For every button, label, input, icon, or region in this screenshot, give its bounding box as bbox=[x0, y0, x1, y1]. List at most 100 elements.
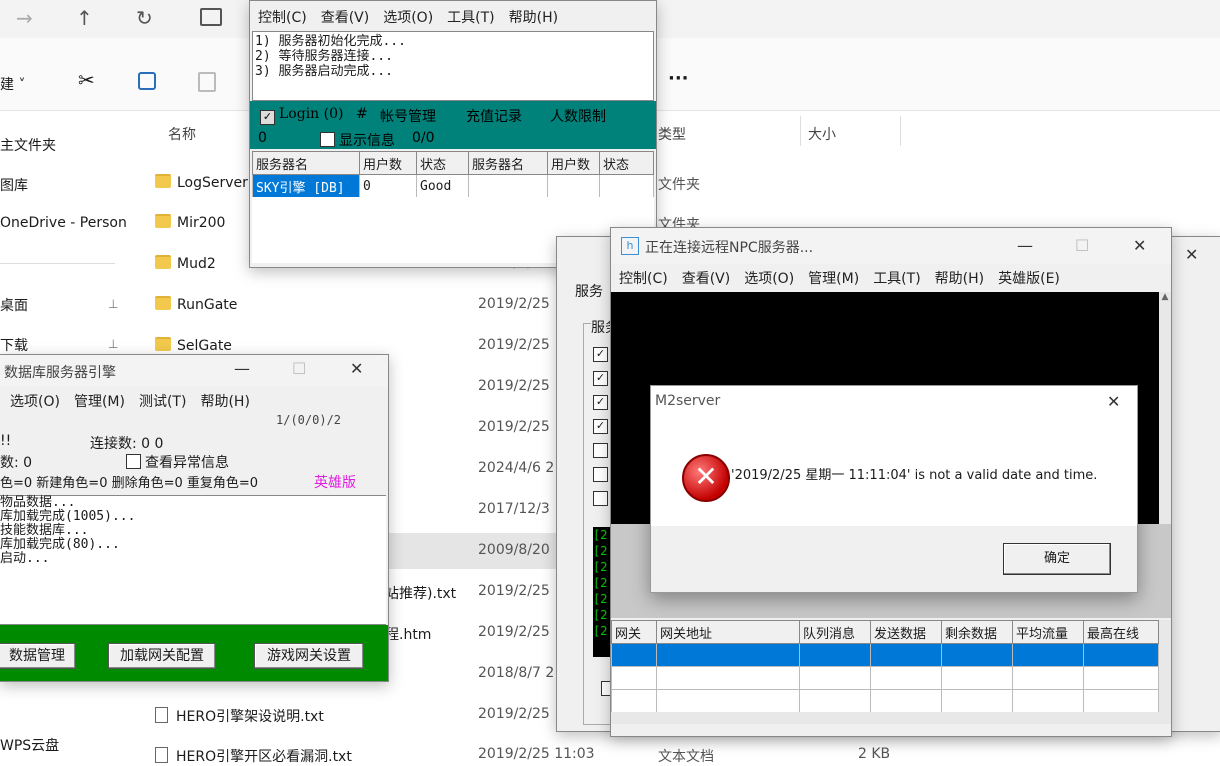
col-header[interactable]: 发送数据 bbox=[870, 620, 942, 644]
col-header[interactable]: 状态 bbox=[416, 151, 469, 175]
list-item[interactable]: Mir200 bbox=[155, 214, 225, 231]
folder-icon bbox=[155, 296, 171, 310]
recharge-record-button[interactable]: 充值记录 bbox=[466, 106, 522, 126]
column-type[interactable]: 类型 bbox=[658, 124, 686, 144]
menu-manage[interactable]: 管理(M) bbox=[74, 394, 125, 410]
file-date: 2009/8/20 bbox=[478, 542, 550, 558]
checkbox-checked[interactable]: ✓ bbox=[593, 347, 608, 362]
check-abnormal-toggle[interactable]: 查看异常信息 bbox=[126, 452, 229, 472]
maximize-icon[interactable]: ☐ bbox=[1075, 236, 1089, 255]
monitor-icon[interactable] bbox=[200, 8, 222, 26]
col-header[interactable]: 用户数 bbox=[359, 151, 417, 175]
game-gate-settings-button[interactable]: 游戏网关设置 bbox=[254, 643, 364, 669]
table-row[interactable] bbox=[611, 666, 1159, 690]
menu-help[interactable]: 帮助(H) bbox=[509, 10, 558, 26]
close-icon[interactable]: ✕ bbox=[1185, 245, 1198, 264]
checkbox-checked[interactable]: ✓ bbox=[593, 371, 608, 386]
col-header[interactable]: 最高在线 bbox=[1083, 620, 1159, 644]
horizontal-scrollbar[interactable] bbox=[611, 712, 1171, 724]
col-header[interactable]: 网关地址 bbox=[656, 620, 800, 644]
col-header[interactable]: 用户数 bbox=[547, 151, 600, 175]
checkbox[interactable] bbox=[593, 467, 608, 482]
minimize-icon[interactable]: — bbox=[234, 359, 250, 378]
ok-button[interactable]: 确定 bbox=[1003, 543, 1111, 575]
menu-options[interactable]: 选项(O) bbox=[744, 271, 794, 287]
hash-label: # bbox=[356, 106, 368, 122]
sidebar-item-home[interactable]: 主文件夹 bbox=[0, 135, 56, 155]
table-row[interactable] bbox=[611, 689, 1159, 713]
menu-options[interactable]: 选项(O) bbox=[10, 394, 60, 410]
cut-icon[interactable]: ✂ bbox=[78, 68, 95, 92]
menu-test[interactable]: 测试(T) bbox=[139, 394, 186, 410]
col-header[interactable]: 服务器名 bbox=[468, 151, 548, 175]
menu-options[interactable]: 选项(O) bbox=[383, 10, 433, 26]
refresh-icon[interactable]: ↻ bbox=[136, 6, 153, 30]
checkbox-checked[interactable]: ✓ bbox=[593, 395, 608, 410]
data-manage-button[interactable]: 数据管理 bbox=[0, 643, 76, 669]
table-scrollbar[interactable] bbox=[1159, 620, 1171, 712]
list-item[interactable]: RunGate bbox=[155, 296, 237, 313]
account-manage-button[interactable]: 帐号管理 bbox=[380, 106, 436, 126]
file-name[interactable]: 站推荐).txt bbox=[385, 583, 456, 603]
maximize-icon[interactable]: ☐ bbox=[292, 359, 306, 378]
show-info-toggle[interactable]: 显示信息 bbox=[320, 130, 395, 150]
tab-service[interactable]: 服务 bbox=[575, 281, 603, 301]
cell[interactable]: Good bbox=[416, 174, 469, 198]
sidebar-item-wps[interactable]: WPS云盘 bbox=[0, 735, 59, 755]
column-name[interactable]: 名称 bbox=[168, 124, 196, 144]
column-size[interactable]: 大小 bbox=[808, 124, 836, 144]
cell[interactable] bbox=[468, 174, 548, 198]
user-limit-button[interactable]: 人数限制 bbox=[550, 106, 606, 126]
table-row[interactable] bbox=[611, 643, 1159, 667]
close-icon[interactable]: ✕ bbox=[1133, 236, 1146, 255]
file-name[interactable]: 程.htm bbox=[385, 624, 431, 644]
sidebar-item-onedrive[interactable]: OneDrive - Person bbox=[0, 215, 126, 231]
cell[interactable] bbox=[547, 174, 600, 198]
load-gate-config-button[interactable]: 加载网关配置 bbox=[108, 643, 216, 669]
paste-icon[interactable] bbox=[198, 72, 216, 92]
cell[interactable] bbox=[599, 174, 654, 198]
cell[interactable]: SKY引擎 [DB] bbox=[252, 174, 360, 198]
menu-control[interactable]: 控制(C) bbox=[619, 271, 668, 287]
menu-control[interactable]: 控制(C) bbox=[258, 10, 307, 26]
list-item[interactable]: LogServer bbox=[155, 174, 248, 191]
close-icon[interactable]: ✕ bbox=[350, 359, 363, 378]
menu-help[interactable]: 帮助(H) bbox=[935, 271, 984, 287]
console-scrollbar[interactable]: ▲ bbox=[1159, 292, 1171, 524]
list-item[interactable]: SelGate bbox=[155, 337, 232, 354]
list-item[interactable]: Mud2 bbox=[155, 255, 216, 272]
file-date: 2019/2/25 bbox=[478, 296, 550, 312]
more-icon[interactable]: ··· bbox=[668, 68, 689, 89]
back-arrow-icon[interactable]: → bbox=[16, 6, 33, 30]
list-item[interactable]: HERO引擎开区必看漏洞.txt bbox=[155, 746, 352, 766]
minimize-icon[interactable]: — bbox=[1017, 236, 1033, 255]
sidebar-item-desktop[interactable]: 桌面 bbox=[0, 295, 28, 315]
login-toggle[interactable]: ✓ Login (0) bbox=[260, 106, 343, 125]
cell[interactable]: 0 bbox=[359, 174, 417, 198]
list-item[interactable]: HERO引擎架设说明.txt bbox=[155, 706, 324, 726]
col-header[interactable]: 状态 bbox=[599, 151, 654, 175]
file-type: 文件夹 bbox=[658, 177, 700, 193]
col-header[interactable]: 剩余数据 bbox=[941, 620, 1013, 644]
sidebar-item-gallery[interactable]: 图库 bbox=[0, 175, 28, 195]
new-button[interactable]: 建 ˅ bbox=[0, 74, 25, 94]
menu-tools[interactable]: 工具(T) bbox=[447, 10, 494, 26]
col-header[interactable]: 平均流量 bbox=[1012, 620, 1084, 644]
up-arrow-icon[interactable]: ↑ bbox=[76, 6, 93, 30]
checkbox[interactable] bbox=[593, 443, 608, 458]
menu-manage[interactable]: 管理(M) bbox=[808, 271, 859, 287]
menu-view[interactable]: 查看(V) bbox=[682, 271, 731, 287]
menu-hero[interactable]: 英雄版(E) bbox=[998, 271, 1060, 287]
checkbox[interactable] bbox=[593, 491, 608, 506]
menu-help[interactable]: 帮助(H) bbox=[200, 394, 249, 410]
col-header[interactable]: 网关 bbox=[611, 620, 657, 644]
col-header[interactable]: 服务器名 bbox=[252, 151, 360, 175]
menu-tools[interactable]: 工具(T) bbox=[873, 271, 920, 287]
table-row[interactable]: SKY引擎 [DB] 0 Good bbox=[252, 174, 654, 198]
sidebar-item-downloads[interactable]: 下载 bbox=[0, 335, 28, 355]
copy-icon[interactable] bbox=[138, 72, 156, 90]
checkbox-checked[interactable]: ✓ bbox=[593, 419, 608, 434]
dialog-close-icon[interactable]: ✕ bbox=[1107, 392, 1120, 411]
col-header[interactable]: 队列消息 bbox=[799, 620, 871, 644]
menu-view[interactable]: 查看(V) bbox=[321, 10, 370, 26]
